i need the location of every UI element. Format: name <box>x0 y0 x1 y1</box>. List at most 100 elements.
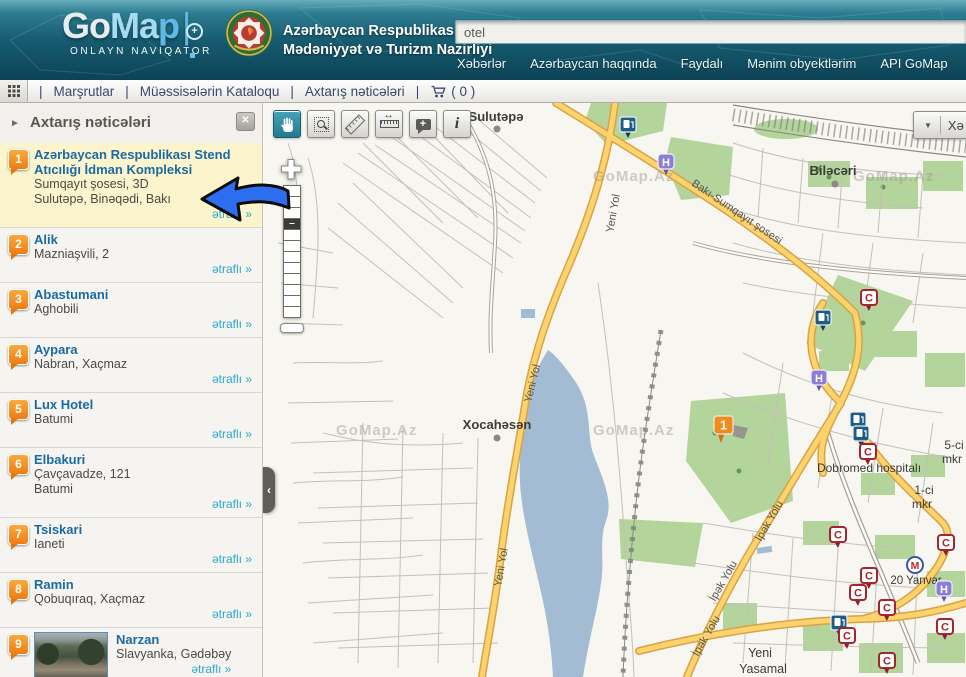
result-item-9[interactable]: 9 Narzan Slavyanka, Gədəbəy ətraflı » <box>0 628 262 677</box>
nav-xeberler[interactable]: Xəbərlər <box>457 56 506 71</box>
gomap-logo-text: GoMap| <box>62 7 237 45</box>
svg-text:mkr: mkr <box>912 497 932 511</box>
zoom-level[interactable] <box>284 285 300 296</box>
result-item-6[interactable]: 6 Elbakuri Çavçavadze, 121 Batumi ətrafl… <box>0 448 262 518</box>
svg-text:20 Yanvar: 20 Yanvar <box>890 575 942 587</box>
menu-marsrutlar[interactable]: Marşrutlar <box>54 84 115 99</box>
zoom-level[interactable] <box>284 274 300 285</box>
result-item-2[interactable]: 2 Alik Mazniaşvili, 2 ətraflı » <box>0 228 262 283</box>
svg-text:5-ci: 5-ci <box>944 438 963 452</box>
result-title[interactable]: Lux Hotel <box>34 397 252 412</box>
info-tool-button[interactable]: i <box>443 110 471 138</box>
zoom-level[interactable] <box>284 252 300 263</box>
zoom-level[interactable] <box>284 263 300 274</box>
search-input[interactable] <box>455 20 966 44</box>
result-pin-3: 3 <box>8 289 29 310</box>
more-link[interactable]: ətraflı » <box>34 607 252 622</box>
map-toolbar: + i <box>273 110 471 138</box>
menu-axtaris-neticeleri[interactable]: Axtarış nəticələri <box>305 84 405 99</box>
ruler-tool-button[interactable] <box>341 110 369 138</box>
mall-marker[interactable] <box>850 585 866 606</box>
svg-text:GoMap.Az: GoMap.Az <box>336 422 417 439</box>
result-title[interactable]: Elbakuri <box>34 452 252 467</box>
more-link[interactable]: ətraflı » <box>116 662 231 677</box>
azerbaijan-emblem-icon <box>224 8 274 58</box>
zoom-out-button[interactable] <box>280 323 304 333</box>
layer-label: Xə <box>948 118 964 133</box>
panel-title: Axtarış nəticələri <box>30 114 151 131</box>
result-title[interactable]: Abastumani <box>34 287 252 302</box>
more-link[interactable]: ətraflı » <box>34 372 252 387</box>
zoom-box-tool-button[interactable] <box>307 110 335 138</box>
pan-tool-button[interactable] <box>273 110 301 138</box>
gomap-logo[interactable]: GoMap| + ONLAYN NAVIQATOR <box>62 7 237 57</box>
result-item-3[interactable]: 3 Abastumani Aghobili ətraflı » <box>0 283 262 338</box>
separator: | <box>290 84 294 99</box>
result-address: Aghobili <box>34 302 252 317</box>
cart-button[interactable]: ( 0 ) <box>430 84 475 99</box>
result-title[interactable]: Tsiskari <box>34 522 252 537</box>
result-address: Qobuqıraq, Xaçmaz <box>34 592 252 607</box>
zoom-level[interactable] <box>284 230 300 241</box>
result-address: Ianeti <box>34 537 252 552</box>
result-thumbnail-photo[interactable] <box>34 632 108 677</box>
result-item-8[interactable]: 8 Ramin Qobuqıraq, Xaçmaz ətraflı » <box>0 573 262 628</box>
svg-text:Biləcəri: Biləcəri <box>810 163 857 178</box>
close-panel-button[interactable]: ✕ <box>236 112 255 131</box>
menu-muessiseler-kataloqu[interactable]: Müəssisələrin Kataloqu <box>140 84 280 99</box>
result-address: Mazniaşvili, 2 <box>34 247 252 262</box>
add-comment-tool-button[interactable]: + <box>409 110 437 138</box>
results-header: ► Axtarış nəticələri ✕ <box>0 103 262 143</box>
svg-text:1: 1 <box>720 419 727 433</box>
measure-tool-button[interactable] <box>375 110 403 138</box>
result-pin-5: 5 <box>8 399 29 420</box>
result-item-5[interactable]: 5 Lux Hotel Batumi ətraflı » <box>0 393 262 448</box>
result-pin-9: 9 <box>8 634 29 655</box>
header-nav: Xəbərlər Azərbaycan haqqında Faydalı Mən… <box>457 56 948 71</box>
result-pin-7: 7 <box>8 524 29 545</box>
svg-text:Xocahəsən: Xocahəsən <box>463 417 532 432</box>
more-link[interactable]: ətraflı » <box>34 552 252 567</box>
chevron-down-icon: ▼ <box>924 121 932 130</box>
svg-text:Dobromed hospitalı: Dobromed hospitalı <box>817 461 921 475</box>
collapse-sidebar-handle[interactable]: ‹ <box>263 467 275 513</box>
zoom-level[interactable] <box>284 241 300 252</box>
result-title[interactable]: Alik <box>34 232 252 247</box>
zoom-level[interactable] <box>284 307 300 317</box>
cart-count: ( 0 ) <box>451 84 475 99</box>
svg-text:GoMap.Az: GoMap.Az <box>853 168 934 185</box>
result-pin-6: 6 <box>8 454 29 475</box>
logo-dot <box>190 53 195 58</box>
more-link[interactable]: ətraflı » <box>34 427 252 442</box>
result-item-7[interactable]: 7 Tsiskari Ianeti ətraflı » <box>0 518 262 573</box>
annotation-arrow <box>198 172 294 226</box>
more-link[interactable]: ətraflı » <box>34 262 252 277</box>
result-title[interactable]: Narzan <box>116 632 231 647</box>
svg-text:Yeni Yol: Yeni Yol <box>604 193 623 233</box>
map-canvas[interactable]: C H <box>263 103 966 677</box>
more-link[interactable]: ətraflı » <box>34 317 252 332</box>
logo-tagline: ONLAYN NAVIQATOR <box>70 46 237 57</box>
nav-faydali[interactable]: Faydalı <box>681 56 724 71</box>
svg-text:Yasamal: Yasamal <box>739 662 787 676</box>
svg-text:mkr: mkr <box>942 452 962 466</box>
result-title[interactable]: Aypara <box>34 342 252 357</box>
comment-plus-icon: + <box>416 119 431 130</box>
gomap-app: GoMap| + ONLAYN NAVIQATOR Azərbaycan Res… <box>0 0 966 677</box>
result-address: Nabran, Xaçmaz <box>34 357 252 372</box>
map-layer-dropdown[interactable]: ▼ Xə <box>913 111 966 139</box>
nav-api-gomap[interactable]: API GoMap <box>880 56 947 71</box>
result-title[interactable]: Ramin <box>34 577 252 592</box>
metro-station-marker[interactable]: M <box>907 557 923 573</box>
zoom-level[interactable] <box>284 296 300 307</box>
more-link[interactable]: ətraflı » <box>34 497 252 512</box>
apps-grid-button[interactable] <box>0 80 28 102</box>
nav-menim-obyektlerim[interactable]: Mənim obyektlərim <box>747 56 856 71</box>
result-pin-8: 8 <box>8 579 29 600</box>
svg-text:Yeni Yol: Yeni Yol <box>492 547 511 587</box>
hospital-marker[interactable] <box>936 581 952 602</box>
nav-azerbaycan-haqqinda[interactable]: Azərbaycan haqqında <box>530 56 656 71</box>
magnifier-icon: + <box>186 23 203 40</box>
result-item-4[interactable]: 4 Aypara Nabran, Xaçmaz ətraflı » <box>0 338 262 393</box>
result-pin-4: 4 <box>8 344 29 365</box>
